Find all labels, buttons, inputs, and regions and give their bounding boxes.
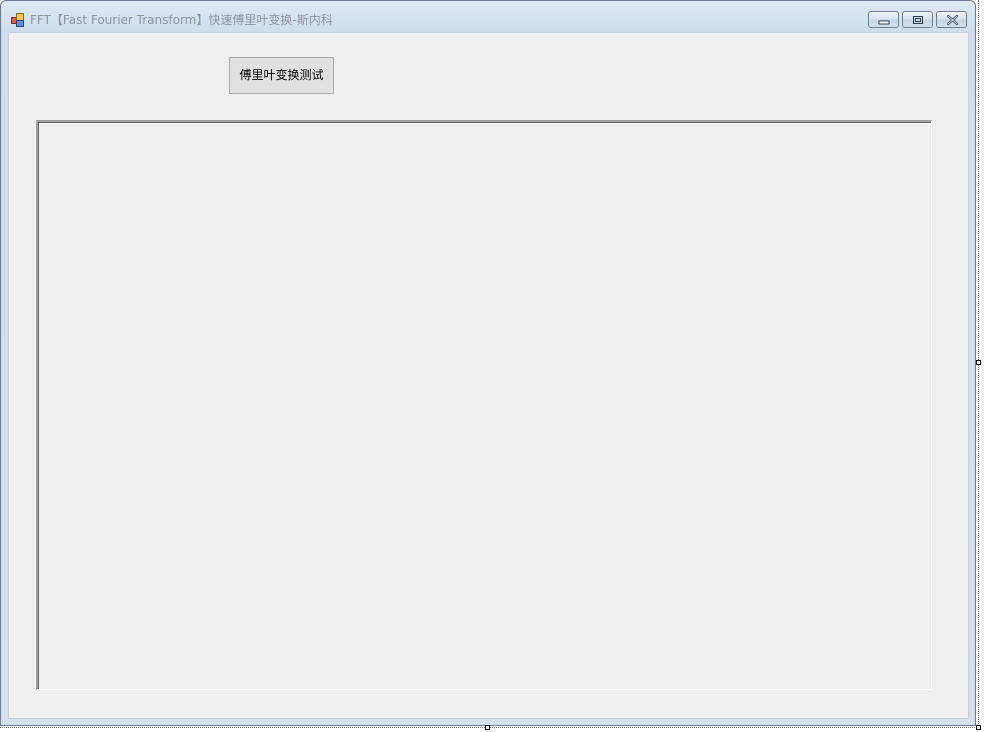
close-button[interactable] — [936, 11, 967, 28]
resize-grip-bottom[interactable] — [485, 725, 490, 730]
window-title: FFT【Fast Fourier Transform】快速傅里叶变换-斯内科 — [30, 13, 333, 27]
designer-surface: FFT【Fast Fourier Transform】快速傅里叶变换-斯内科 傅… — [0, 0, 984, 732]
chart-panel[interactable] — [36, 120, 932, 690]
resize-grip-right[interactable] — [976, 360, 981, 365]
fft-test-button[interactable]: 傅里叶变换测试 — [229, 57, 334, 94]
minimize-icon — [878, 20, 890, 25]
restore-icon — [913, 16, 923, 24]
form-client-area[interactable]: 傅里叶变换测试 — [8, 32, 969, 719]
title-bar[interactable]: FFT【Fast Fourier Transform】快速傅里叶变换-斯内科 — [1, 1, 975, 32]
maximize-button[interactable] — [902, 11, 933, 28]
minimize-button[interactable] — [868, 11, 899, 28]
resize-grip-corner[interactable] — [976, 725, 981, 730]
close-icon — [946, 14, 959, 26]
app-icon — [11, 12, 25, 27]
form-window[interactable]: FFT【Fast Fourier Transform】快速傅里叶变换-斯内科 傅… — [0, 0, 976, 726]
